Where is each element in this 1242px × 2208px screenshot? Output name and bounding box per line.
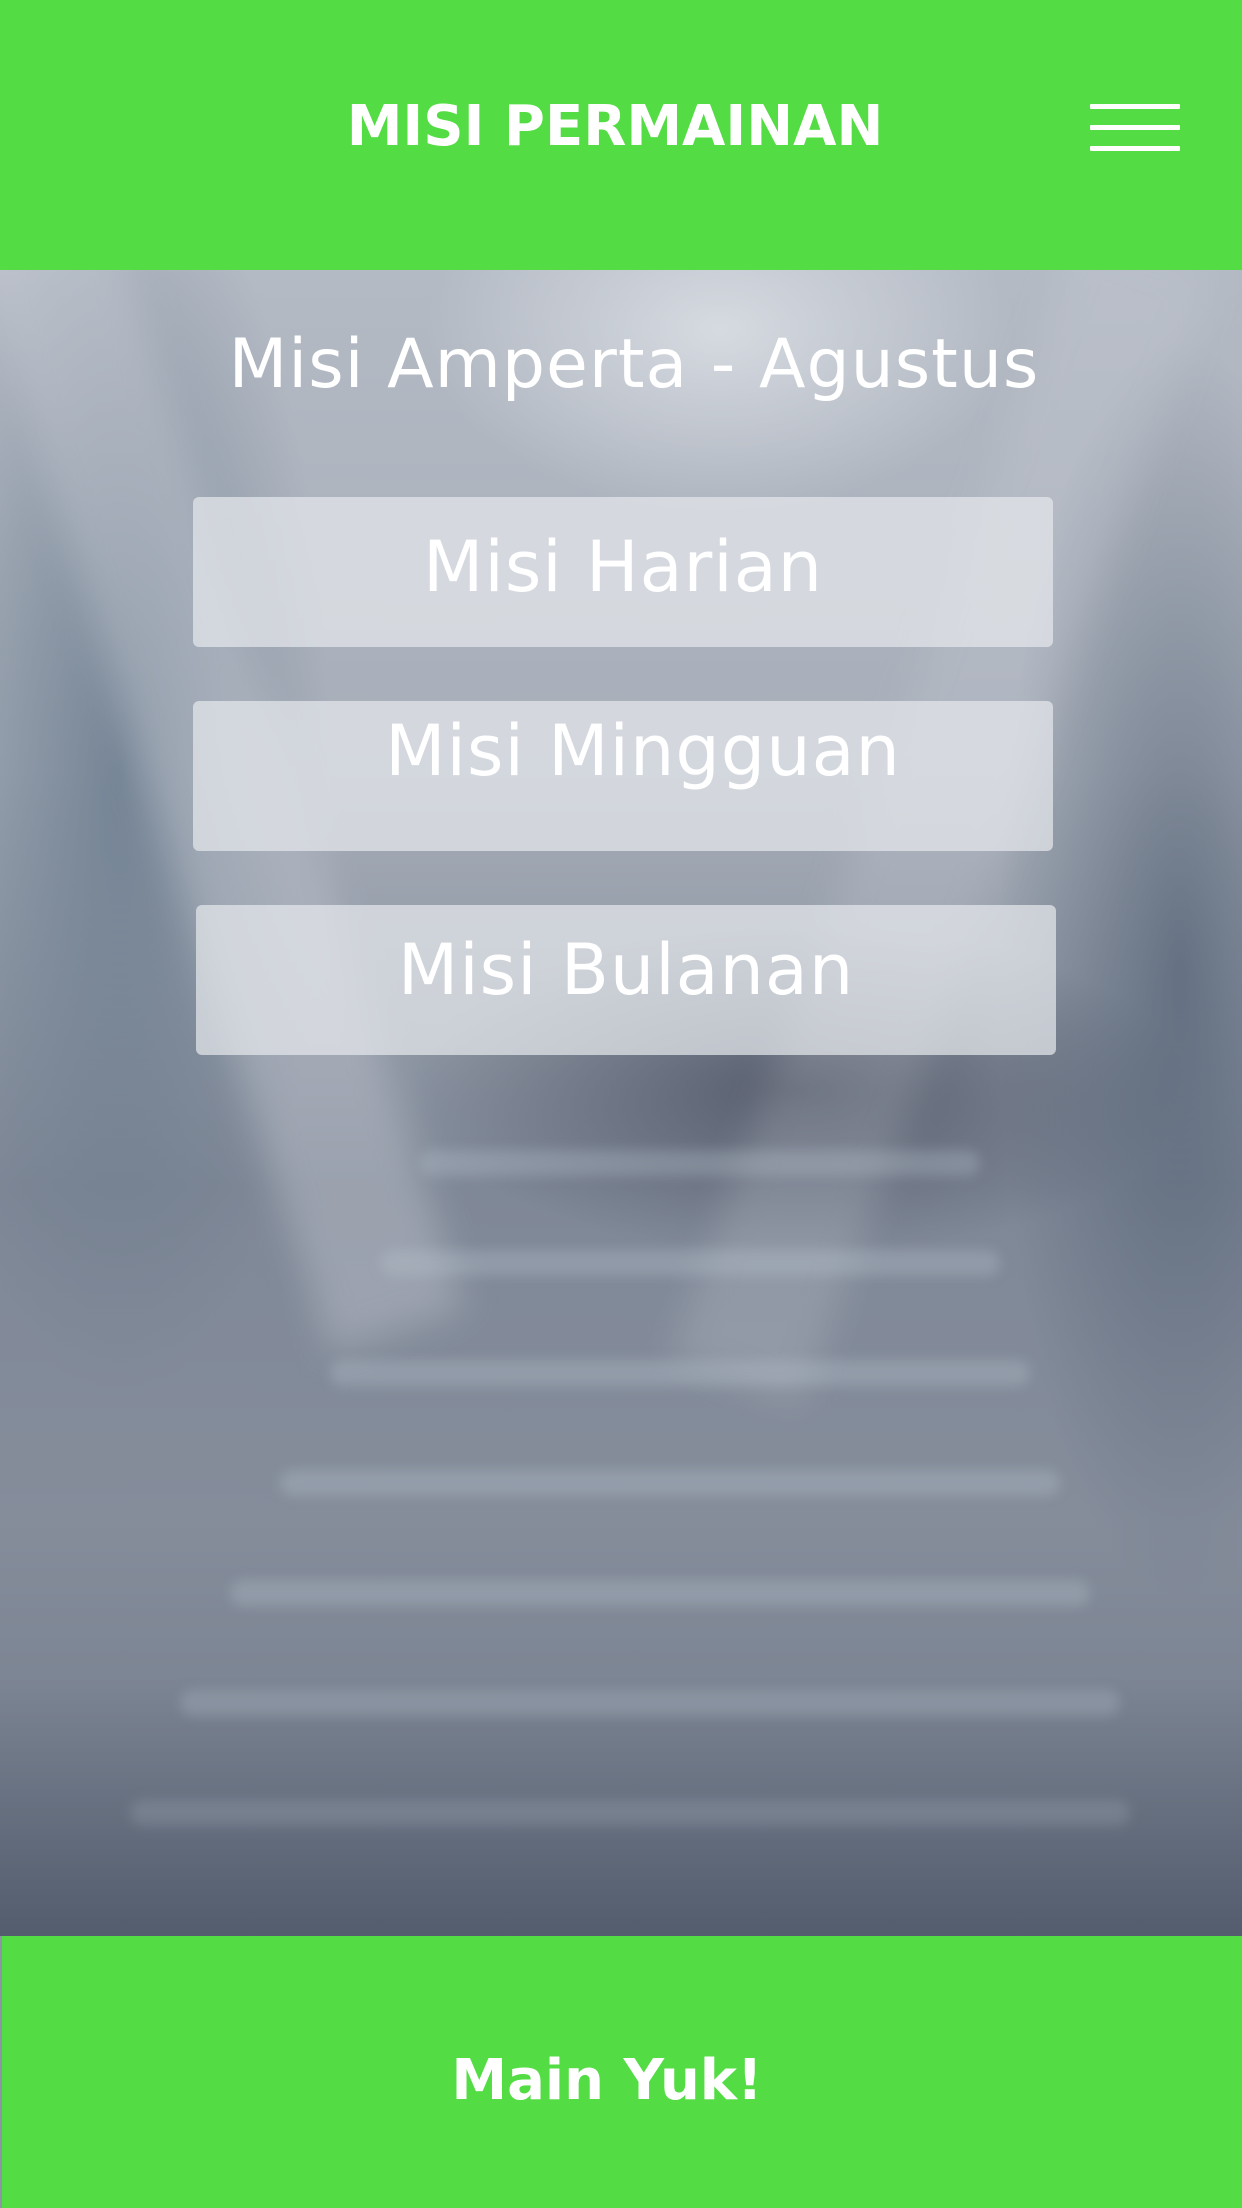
mission-period-subtitle: Misi Amperta - Agustus	[228, 325, 1040, 404]
daily-mission-label: Misi Harian	[422, 526, 824, 608]
hamburger-menu-icon[interactable]	[1090, 104, 1180, 152]
daily-mission-button[interactable]: Misi Harian	[193, 497, 1053, 647]
page-title: MISI PERMAINAN	[346, 94, 884, 159]
weekly-mission-button[interactable]: Misi Mingguan	[193, 701, 1053, 851]
play-button-label: Main Yuk!	[451, 2048, 763, 2113]
top-app-bar: MISI PERMAINAN	[0, 0, 1242, 270]
monthly-mission-label: Misi Bulanan	[397, 929, 855, 1011]
weekly-mission-label: Misi Mingguan	[385, 710, 901, 792]
play-button[interactable]: Main Yuk!	[2, 1936, 1242, 2208]
monthly-mission-button[interactable]: Misi Bulanan	[196, 905, 1056, 1055]
